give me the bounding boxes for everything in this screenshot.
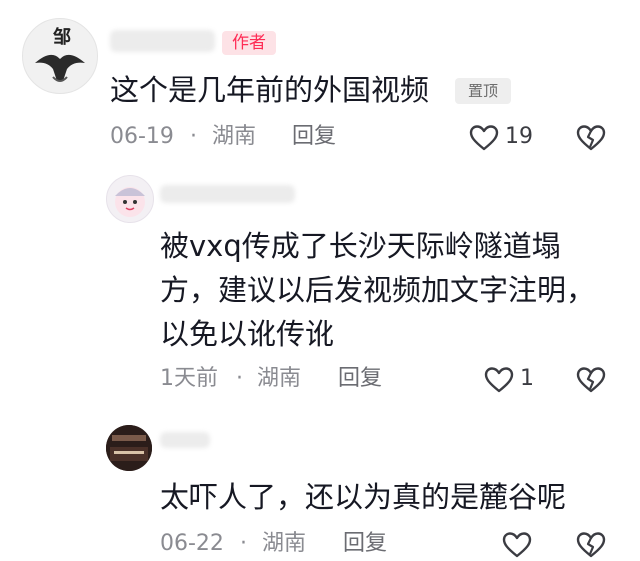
reply-button[interactable]: 回复 xyxy=(292,122,336,152)
meta-separator: · xyxy=(190,124,197,149)
svg-text:邹: 邹 xyxy=(53,26,71,48)
commenter-avatar[interactable] xyxy=(106,175,154,223)
comment-text: 这个是几年前的外国视频 xyxy=(110,73,430,107)
commenter-username-obscured xyxy=(160,432,210,448)
comment-text-line-2: 方，建议以后发视频加文字注明， xyxy=(160,273,596,307)
broken-heart-icon[interactable] xyxy=(576,366,606,394)
avatar-logo-image: 邹 xyxy=(35,26,85,82)
heart-outline-icon[interactable] xyxy=(502,531,532,559)
comment-text-line-1: 被vxq传成了长沙天际岭隧道塌 xyxy=(160,229,561,263)
like-count: 1 xyxy=(520,366,534,391)
like-count: 19 xyxy=(505,124,533,149)
author-username-obscured xyxy=(110,30,215,52)
comment-location: 湖南 xyxy=(257,366,302,391)
pinned-badge: 置顶 xyxy=(455,78,511,104)
meta-separator: · xyxy=(240,531,247,556)
comment-date: 06-22 xyxy=(160,531,224,556)
broken-heart-icon[interactable] xyxy=(576,531,606,559)
comment-location: 湖南 xyxy=(262,531,307,556)
meta-separator: · xyxy=(236,366,243,391)
comment-location: 湖南 xyxy=(212,124,257,149)
comment-date: 06-19 xyxy=(110,124,174,149)
commenter-username-obscured xyxy=(160,185,295,203)
comment-text: 太吓人了，还以为真的是麓谷呢 xyxy=(160,480,567,514)
broken-heart-icon[interactable] xyxy=(576,124,606,152)
comment-date: 1天前 xyxy=(160,366,218,391)
reply-button[interactable]: 回复 xyxy=(338,364,382,394)
author-badge: 作者 xyxy=(222,31,276,55)
author-avatar[interactable]: 邹 xyxy=(22,18,98,94)
heart-outline-icon[interactable] xyxy=(484,366,514,394)
commenter-avatar[interactable] xyxy=(106,425,152,471)
avatar-photo-image xyxy=(106,425,152,471)
comment-text-line-3: 以免以讹传讹 xyxy=(160,317,335,351)
heart-outline-icon[interactable] xyxy=(469,124,499,152)
reply-button[interactable]: 回复 xyxy=(343,529,387,559)
avatar-cartoon-image xyxy=(115,187,145,217)
